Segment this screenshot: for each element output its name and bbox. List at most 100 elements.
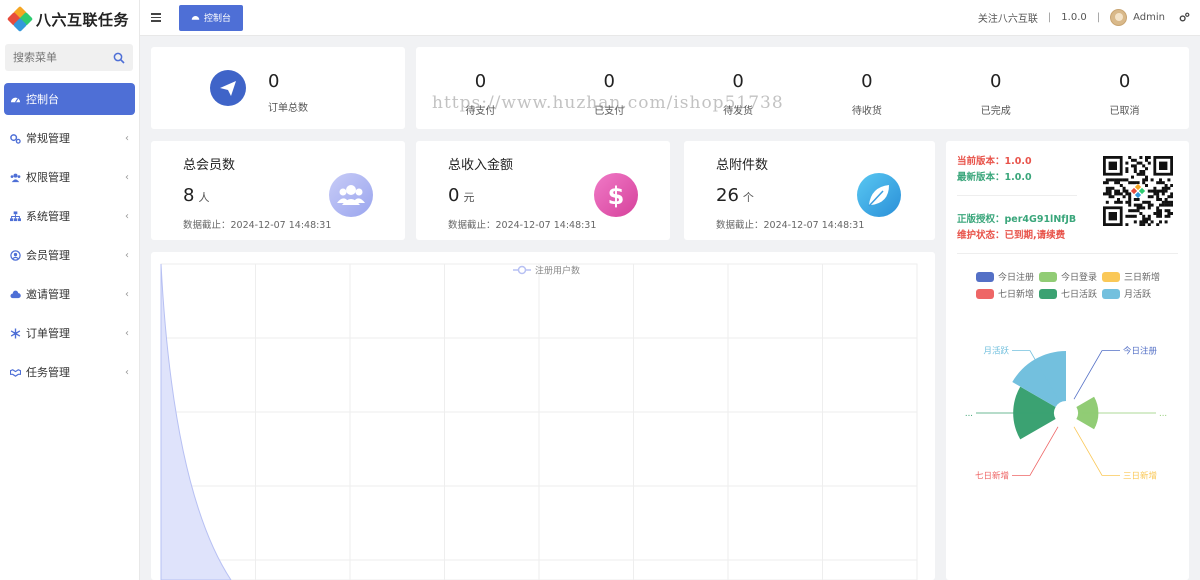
qr-module (1142, 200, 1146, 204)
legend-item[interactable]: 今日登录 (1039, 270, 1102, 283)
rose-leader-line (1073, 350, 1120, 400)
tab-dashboard[interactable]: 控制台 (179, 4, 244, 31)
qr-module (1125, 200, 1129, 204)
qr-module (1159, 198, 1162, 201)
stat-value-row: 0元 (448, 185, 474, 206)
qr-module (1119, 178, 1123, 182)
search-icon[interactable] (113, 52, 125, 64)
status-label: 待发货 (723, 106, 754, 117)
qr-module (1139, 172, 1143, 176)
qr-module (1161, 200, 1165, 204)
legend-item[interactable]: 七日新增 (976, 287, 1039, 300)
qr-module (1147, 223, 1151, 226)
sidebar-item-system[interactable]: 系统管理 ‹ (4, 200, 135, 232)
qr-module (1142, 170, 1146, 173)
orders-total-value: 0 (268, 71, 280, 92)
sidebar-item-tasks[interactable]: 任务管理 ‹ (4, 356, 135, 388)
qr-module (1167, 178, 1171, 182)
avatar[interactable] (1110, 9, 1128, 26)
legend-item[interactable]: 今日注册 (976, 270, 1039, 283)
cloud-icon (10, 290, 21, 298)
qr-module (1145, 167, 1148, 171)
qr-finder-core (1108, 212, 1117, 221)
chevron-left-icon: ‹ (125, 288, 129, 300)
orders-total-label: 订单总数 (268, 103, 308, 114)
rose-label: 今日注册 (1123, 346, 1158, 357)
qr-module (1147, 203, 1151, 207)
qr-module (1142, 217, 1146, 221)
qr-module (1142, 178, 1146, 182)
qr-module (1131, 158, 1134, 162)
status-label: 待支付 (465, 106, 496, 117)
follow-link[interactable]: 关注八六互联 (978, 10, 1038, 25)
settings-icon[interactable] (1179, 12, 1190, 23)
qr-module (1161, 192, 1165, 196)
qr-module (1164, 214, 1168, 218)
qr-module (1117, 192, 1120, 196)
rose-legend: 今日注册 今日登录 三日新增七日新增 七日活跃 月活跃 (976, 270, 1166, 300)
user-name[interactable]: Admin (1133, 12, 1165, 23)
qr-module (1147, 214, 1151, 218)
qr-module (1108, 195, 1112, 199)
qr-module (1153, 192, 1157, 196)
sidebar-item-members[interactable]: 会员管理 ‹ (4, 239, 135, 271)
qr-code[interactable] (1103, 156, 1173, 226)
qr-module (1161, 181, 1165, 185)
sidebar-item-dashboard[interactable]: 控制台 (4, 83, 135, 115)
qr-module (1136, 198, 1140, 201)
qr-module (1159, 189, 1162, 193)
sidebar-item-label: 控制台 (26, 93, 59, 106)
qr-finder-core (1108, 161, 1117, 170)
legend-item[interactable]: 月活跃 (1102, 287, 1165, 300)
qr-module (1153, 189, 1157, 193)
qr-module (1164, 189, 1168, 193)
qr-module (1133, 181, 1137, 185)
sidebar-item-orders[interactable]: 订单管理 ‹ (4, 317, 135, 349)
menu-toggle-icon[interactable] (151, 11, 161, 24)
menu-search-input[interactable] (13, 51, 113, 64)
legend-label: 月活跃 (1124, 290, 1152, 300)
legend-item[interactable]: 三日新增 (1102, 270, 1165, 283)
registered-users-chart-card: 注册用户数 (151, 252, 935, 580)
sidebar-item-invites[interactable]: 邀请管理 ‹ (4, 278, 135, 310)
legend-marker (517, 265, 527, 275)
sidebar-item-permissions[interactable]: 权限管理 ‹ (4, 161, 135, 193)
status-completed: 0 已完成 (931, 47, 1060, 129)
qr-module (1108, 178, 1112, 182)
qr-module (1147, 200, 1151, 204)
qr-module (1170, 184, 1173, 187)
qr-module (1164, 186, 1168, 190)
qr-module (1145, 217, 1148, 221)
status-value: 0 (474, 71, 487, 92)
qr-module (1156, 209, 1160, 213)
qr-module (1164, 209, 1168, 213)
qr-module (1128, 181, 1132, 185)
user-circle-icon (10, 249, 21, 261)
qr-module (1159, 209, 1162, 213)
sidebar-item-general[interactable]: 常规管理 ‹ (4, 122, 135, 154)
qr-module (1142, 214, 1146, 218)
qr-module (1156, 189, 1160, 193)
qr-module (1161, 186, 1165, 190)
qr-module (1153, 186, 1157, 190)
qr-module (1114, 189, 1118, 193)
brand[interactable]: 八六互联任务 (0, 0, 139, 38)
chevron-left-icon: ‹ (125, 366, 129, 378)
qr-module (1111, 186, 1115, 190)
legend-swatch (976, 288, 994, 299)
qr-module (1119, 184, 1123, 187)
qr-module (1122, 178, 1126, 182)
chevron-left-icon: ‹ (125, 132, 129, 144)
files-stat-card: 总附件数 26 个 数据截止：2024-12-07 14:48:31 (684, 141, 935, 240)
stat-value-row: 26 个 (716, 185, 754, 206)
qr-module (1108, 189, 1112, 193)
legend-item[interactable]: 七日活跃 (1039, 287, 1102, 300)
rose-chart: 今日注册... 三日新增 七日新增... 月活跃 (965, 346, 1167, 482)
rose-label: 七日新增 (975, 470, 1009, 481)
legend-label[interactable]: 注册用户数 (535, 265, 580, 277)
qr-module (1145, 175, 1148, 179)
qr-module (1164, 184, 1168, 187)
qr-module (1108, 186, 1112, 190)
rose-label: 三日新增 (1123, 470, 1157, 481)
menu-search[interactable] (5, 44, 133, 71)
